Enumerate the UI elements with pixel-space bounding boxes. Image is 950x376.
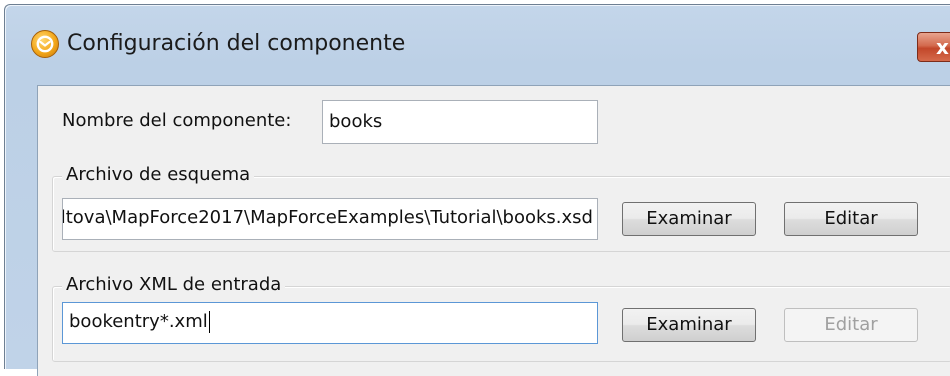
schema-path-input[interactable]: C:\Users\Documents\Altova\MapForce2017\M… bbox=[62, 198, 598, 240]
input-group-title: Archivo XML de entrada bbox=[62, 274, 286, 295]
component-name-input[interactable]: books bbox=[322, 100, 598, 144]
close-button[interactable]: x bbox=[917, 32, 950, 62]
dialog-window: Configuración del componente x Nombre de… bbox=[4, 4, 950, 376]
input-xml-path-value: bookentry*.xml bbox=[69, 311, 208, 332]
input-browse-button[interactable]: Examinar bbox=[622, 308, 756, 342]
close-icon: x bbox=[936, 35, 949, 59]
dialog-body: Nombre del componente: books Archivo de … bbox=[37, 85, 950, 376]
mapforce-app-icon bbox=[31, 30, 59, 58]
window-title: Configuración del componente bbox=[67, 31, 406, 56]
component-name-label: Nombre del componente: bbox=[62, 110, 292, 131]
input-edit-button: Editar bbox=[784, 308, 918, 342]
title-bar[interactable]: Configuración del componente x bbox=[5, 5, 950, 89]
schema-browse-button[interactable]: Examinar bbox=[622, 202, 756, 236]
schema-path-value: C:\Users\Documents\Altova\MapForce2017\M… bbox=[63, 207, 593, 228]
schema-group-title: Archivo de esquema bbox=[62, 164, 255, 185]
input-xml-path-input[interactable]: bookentry*.xml bbox=[62, 302, 598, 344]
schema-edit-button[interactable]: Editar bbox=[784, 202, 918, 236]
text-caret bbox=[208, 311, 210, 333]
